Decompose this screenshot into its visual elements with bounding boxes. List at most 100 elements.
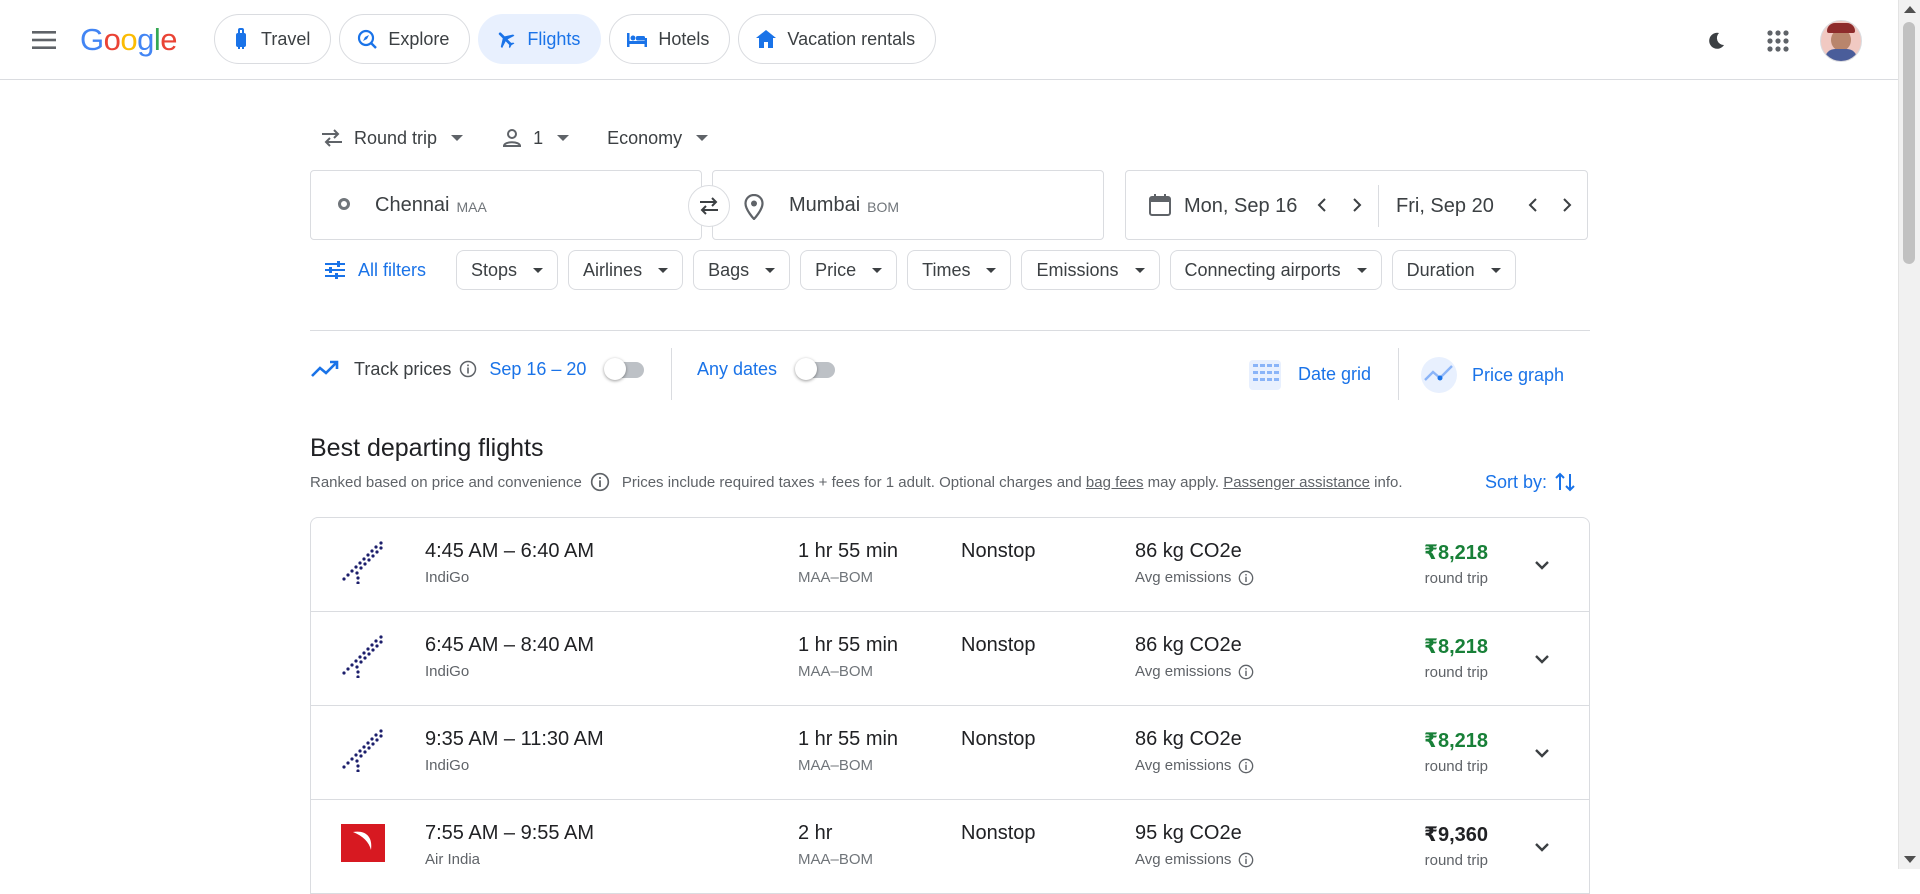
info-icon[interactable]: [590, 472, 610, 492]
nav-explore[interactable]: Explore: [339, 14, 471, 64]
flight-stops: Nonstop: [961, 822, 1036, 844]
airline-name: Air India: [425, 851, 481, 868]
nav-hotels[interactable]: Hotels: [609, 14, 731, 64]
bag-fees-link[interactable]: bag fees: [1086, 474, 1144, 491]
filter-emissions[interactable]: Emissions: [1021, 250, 1160, 290]
flight-emissions: 86 kg CO2e: [1135, 634, 1242, 656]
filter-duration[interactable]: Duration: [1391, 250, 1516, 290]
results-note: Ranked based on price and convenience Pr…: [310, 472, 1403, 492]
filter-price[interactable]: Price: [800, 250, 898, 290]
nav-travel[interactable]: Travel: [214, 14, 332, 64]
flight-duration: 1 hr 55 min: [798, 634, 899, 656]
track-prices: Track prices Sep 16 – 20: [310, 358, 646, 380]
flight-times: 7:55 AM – 9:55 AM: [425, 822, 594, 844]
results-title: Best departing flights: [310, 434, 544, 462]
expand-chevron-icon[interactable]: [1525, 548, 1559, 582]
airline-name: IndiGo: [425, 569, 470, 586]
date-divider: [1378, 185, 1379, 227]
avatar[interactable]: [1820, 20, 1862, 62]
flight-row[interactable]: 9:35 AM – 11:30 AM IndiGo 1 hr 55 min MA…: [311, 706, 1589, 800]
filter-times[interactable]: Times: [907, 250, 1012, 290]
vertical-divider: [1398, 348, 1399, 400]
swap-arrows-icon: [322, 129, 342, 147]
dates-field: Mon, Sep 16 Fri, Sep 20: [1125, 170, 1588, 240]
trip-type-select[interactable]: Round trip: [310, 118, 473, 158]
return-date[interactable]: Fri, Sep 20: [1396, 195, 1494, 218]
filter-connecting-airports[interactable]: Connecting airports: [1169, 250, 1382, 290]
luggage-icon: [236, 28, 246, 49]
all-filters-button[interactable]: All filters: [310, 250, 446, 290]
flight-price: ₹8,218: [1424, 730, 1488, 752]
flight-icon: [499, 32, 515, 49]
info-icon[interactable]: [1238, 570, 1254, 586]
cabin-class-select[interactable]: Economy: [597, 118, 718, 158]
sort-by-button[interactable]: Sort by:: [1485, 470, 1577, 494]
nav-vacation-rentals[interactable]: Vacation rentals: [738, 14, 937, 64]
price-type: round trip: [1424, 570, 1488, 587]
emissions-label: Avg emissions: [1135, 757, 1254, 774]
any-dates-toggle[interactable]: [795, 358, 837, 380]
flight-stops: Nonstop: [961, 728, 1036, 750]
origin-field[interactable]: Chennai MAA: [310, 170, 702, 240]
chevron-down-icon: [1490, 267, 1501, 273]
nav-flights[interactable]: Flights: [478, 14, 602, 64]
filter-bags[interactable]: Bags: [693, 250, 791, 290]
flight-row[interactable]: 4:45 AM – 6:40 AM IndiGo 1 hr 55 min MAA…: [311, 518, 1589, 612]
price-graph-button[interactable]: Price graph: [1420, 356, 1564, 394]
track-prices-toggle[interactable]: [604, 358, 646, 380]
filter-stops[interactable]: Stops: [456, 250, 559, 290]
person-icon: [503, 129, 522, 147]
flight-price: ₹8,218: [1424, 542, 1488, 564]
top-app-bar: Google Travel Explore Flights Hotels Vac…: [0, 0, 1898, 80]
info-icon[interactable]: [1238, 852, 1254, 868]
trending-up-icon: [311, 360, 339, 377]
flight-row[interactable]: 7:55 AM – 9:55 AM Air India 2 hr MAA–BOM…: [311, 800, 1589, 894]
apps-grid-icon[interactable]: [1758, 21, 1798, 61]
destination-field[interactable]: Mumbai BOM: [712, 170, 1104, 240]
flight-stops: Nonstop: [961, 540, 1036, 562]
emissions-label: Avg emissions: [1135, 663, 1254, 680]
scroll-up-icon[interactable]: [1904, 6, 1916, 13]
chevron-down-icon: [658, 267, 669, 273]
chevron-down-icon: [533, 267, 544, 273]
departure-date[interactable]: Mon, Sep 16: [1184, 195, 1297, 218]
passengers-select[interactable]: 1: [491, 118, 579, 158]
scroll-thumb[interactable]: [1903, 22, 1915, 264]
chevron-down-icon: [872, 267, 883, 273]
airline-name: IndiGo: [425, 757, 470, 774]
flight-route: MAA–BOM: [798, 569, 874, 586]
indigo-logo-icon: [342, 635, 383, 678]
flight-route: MAA–BOM: [798, 663, 874, 680]
info-icon[interactable]: [459, 360, 477, 378]
google-logo[interactable]: Google: [80, 22, 178, 58]
expand-chevron-icon[interactable]: [1525, 830, 1559, 864]
filter-bar: All filters Stops Airlines Bags Price Ti…: [310, 250, 1516, 290]
chevron-down-icon: [696, 135, 709, 141]
sort-arrows-icon: [1555, 472, 1575, 492]
info-icon[interactable]: [1238, 758, 1254, 774]
depart-prev-chevron-icon[interactable]: [1310, 193, 1334, 217]
flight-route: MAA–BOM: [798, 757, 874, 774]
info-icon[interactable]: [1238, 664, 1254, 680]
page-scrollbar[interactable]: [1898, 0, 1920, 869]
return-prev-chevron-icon[interactable]: [1521, 193, 1545, 217]
return-next-chevron-icon[interactable]: [1555, 193, 1579, 217]
flight-row[interactable]: 6:45 AM – 8:40 AM IndiGo 1 hr 55 min MAA…: [311, 612, 1589, 706]
depart-next-chevron-icon[interactable]: [1345, 193, 1369, 217]
swap-locations-button[interactable]: [688, 185, 730, 227]
account-area: [1696, 20, 1862, 62]
date-grid-button[interactable]: Date grid: [1248, 356, 1371, 392]
expand-chevron-icon[interactable]: [1525, 642, 1559, 676]
scroll-down-icon[interactable]: [1904, 856, 1916, 863]
expand-chevron-icon[interactable]: [1525, 736, 1559, 770]
flight-emissions: 86 kg CO2e: [1135, 540, 1242, 562]
hamburger-menu-icon[interactable]: [30, 28, 58, 52]
dark-mode-icon[interactable]: [1696, 21, 1736, 61]
home-icon: [756, 30, 777, 48]
flight-times: 4:45 AM – 6:40 AM: [425, 540, 594, 562]
chevron-down-icon: [451, 135, 464, 141]
passenger-assistance-link[interactable]: Passenger assistance: [1223, 474, 1370, 491]
indigo-logo-icon: [342, 541, 383, 584]
filter-airlines[interactable]: Airlines: [568, 250, 684, 290]
explore-icon: [358, 29, 378, 49]
